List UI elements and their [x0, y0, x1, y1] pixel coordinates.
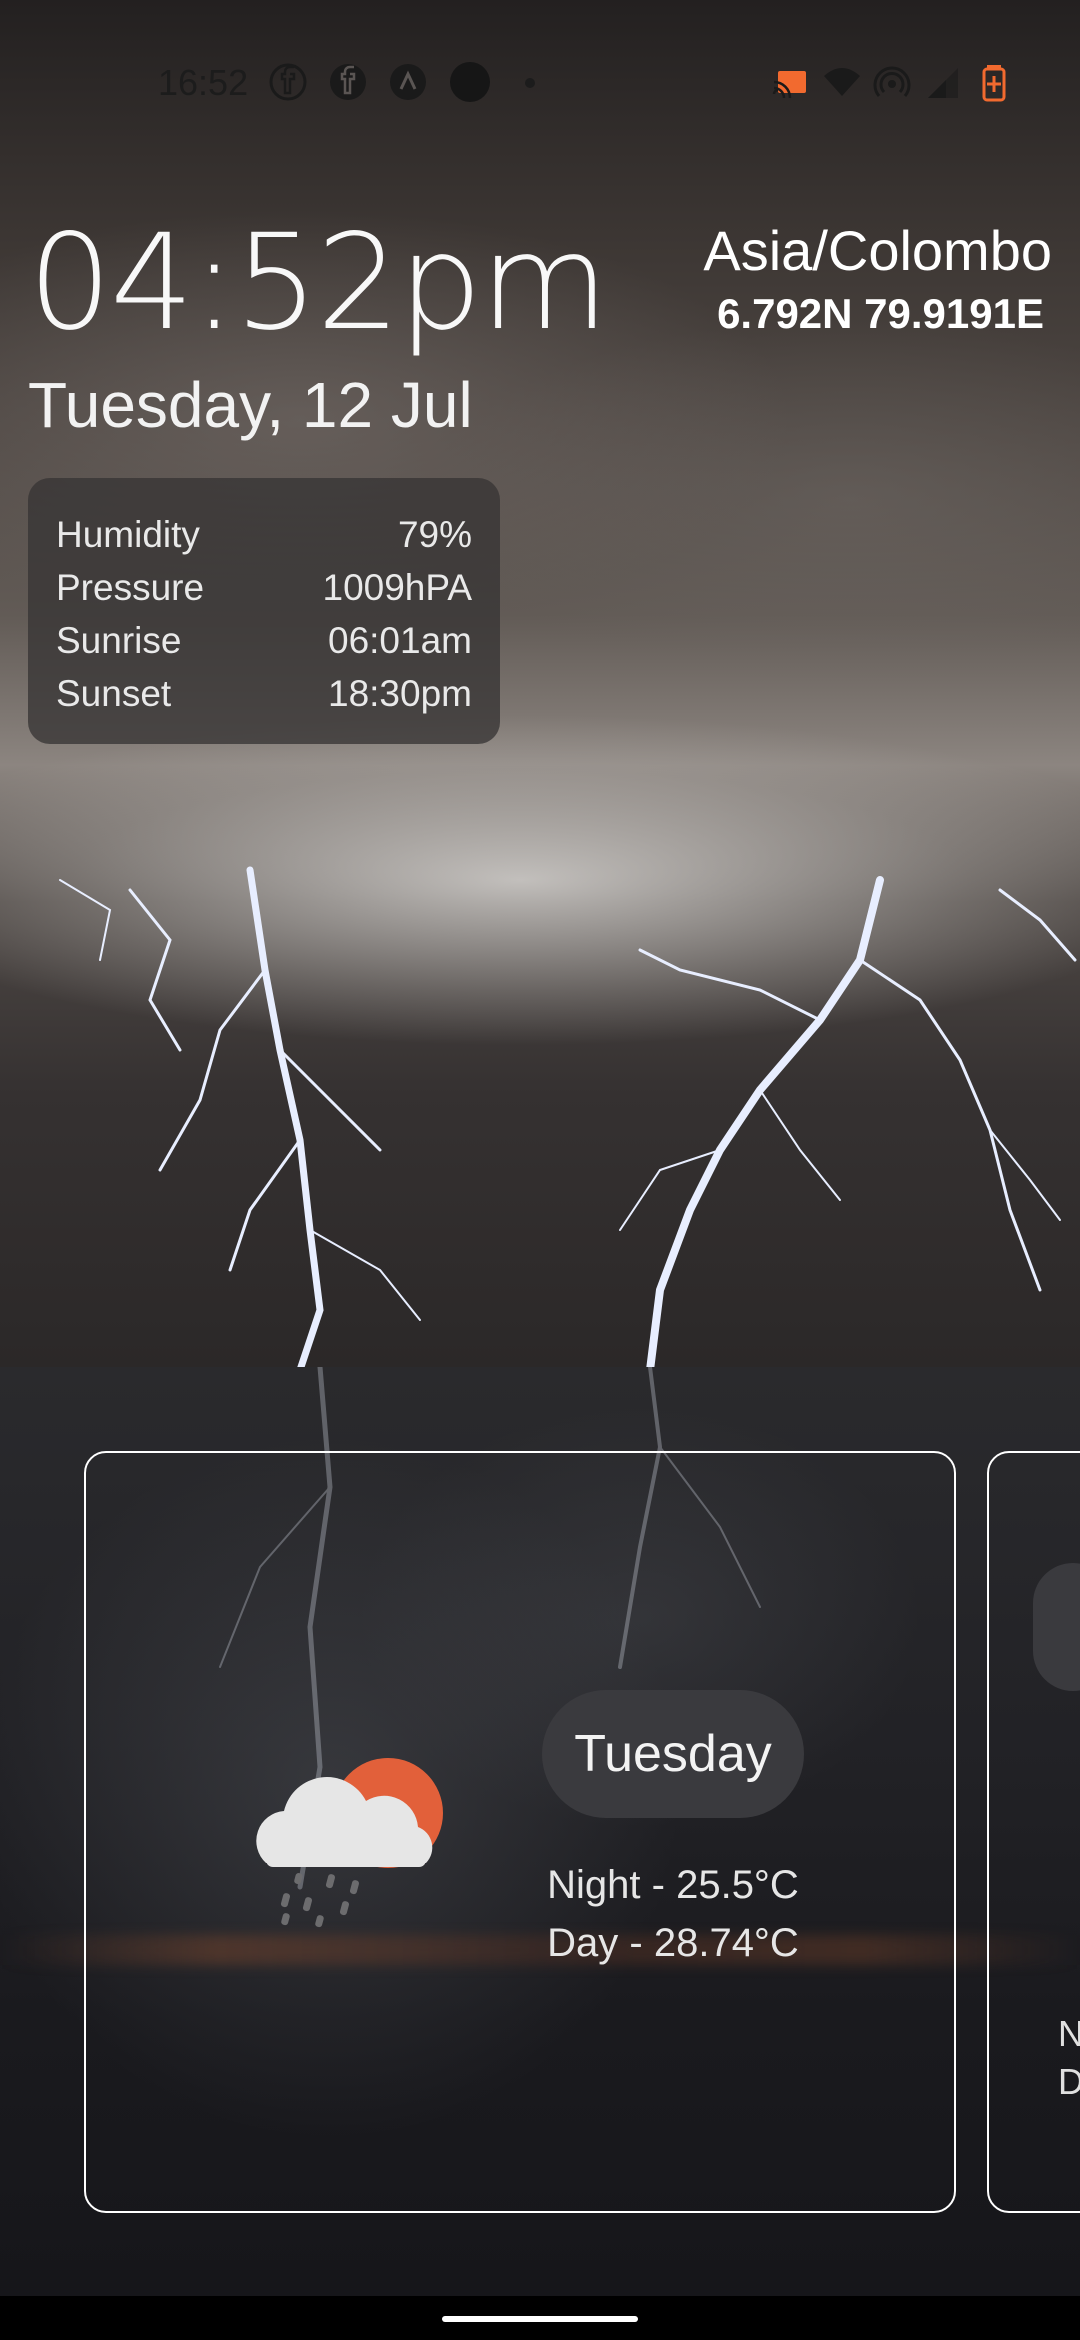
night-temperature: Night - 25.5°C [547, 1863, 799, 1907]
detail-value: 18:30pm [328, 672, 472, 714]
app-circle-icon [450, 62, 490, 102]
detail-row-sunset: Sunset 18:30pm [56, 667, 472, 720]
timezone-label: Asia/Colombo [703, 219, 1052, 282]
detail-value: 79% [397, 513, 472, 555]
day-temperature-partial: D [1058, 2061, 1080, 2102]
forecast-card[interactable]: Tuesday Night - 25.5°C Day - 28.74°C [84, 1451, 956, 2213]
battery-charging-icon [982, 65, 1006, 102]
detail-row-sunrise: Sunrise 06:01am [56, 614, 472, 667]
night-temperature-partial: N [1058, 2013, 1080, 2054]
wifi-icon [824, 68, 860, 96]
clock-date: Tuesday, 12 Jul [28, 369, 473, 441]
lightning-graphic [59, 866, 1077, 1370]
app-icon [390, 64, 426, 100]
detail-label: Sunset [56, 672, 172, 714]
cloud-sun-rain-icon [256, 1758, 443, 1928]
hotspot-icon [873, 66, 911, 97]
signal-icon [928, 68, 958, 98]
detail-value: 1009hPA [322, 566, 473, 608]
detail-value: 06:01am [328, 619, 472, 661]
facebook-icon [330, 64, 366, 100]
forecast-card-next[interactable]: N D [987, 1451, 1080, 2213]
home-gesture-handle[interactable] [442, 2316, 638, 2322]
more-notifications-dot-icon [525, 78, 535, 88]
facebook-icon [269, 63, 307, 101]
day-temperature: Day - 28.74°C [547, 1921, 799, 1965]
weather-details-panel: Humidity 79% Pressure 1009hPA Sunrise 06… [28, 478, 500, 744]
detail-label: Humidity [56, 513, 200, 555]
detail-row-humidity: Humidity 79% [56, 508, 472, 561]
detail-row-pressure: Pressure 1009hPA [56, 561, 472, 614]
forecast-day-pill: Tuesday [542, 1690, 804, 1818]
clock-time: 04:52pm [28, 206, 609, 360]
detail-label: Sunrise [56, 619, 182, 661]
cast-icon [772, 71, 806, 99]
status-bar-time: 16:52 [158, 62, 249, 103]
detail-label: Pressure [56, 566, 205, 608]
coordinates-label: 6.792N 79.9191E [717, 290, 1044, 337]
forecast-day-pill [1033, 1563, 1080, 1691]
